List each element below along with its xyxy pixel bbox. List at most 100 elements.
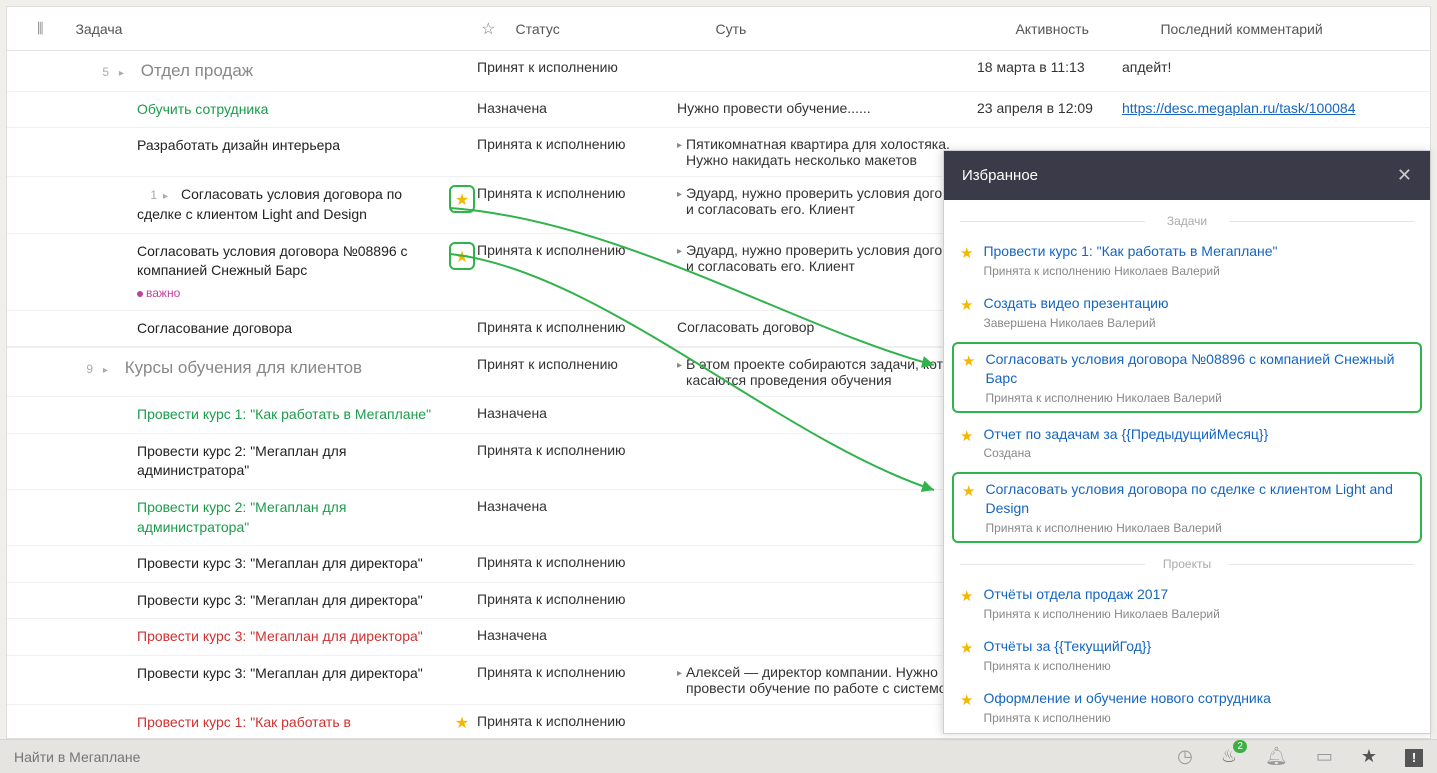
fire-icon[interactable]: ♨2: [1221, 746, 1237, 767]
cell-essence: Согласовать договор: [677, 319, 977, 335]
col-header-activity[interactable]: Активность: [1015, 21, 1160, 37]
triangle-icon: ▸: [677, 668, 682, 679]
cell-status: Принята к исполнению: [477, 136, 677, 152]
cell-activity: 23 апреля в 12:09: [977, 100, 1122, 116]
favorites-header: Избранное ✕: [944, 151, 1430, 200]
task-title: Провести курс 3: "Мегаплан для директора…: [137, 592, 423, 608]
star-icon[interactable]: ★: [449, 242, 475, 270]
cell-essence: ▸Эдуард, нужно проверить условия договор…: [677, 242, 977, 274]
task-title: Провести курс 1: "Как работать в: [137, 714, 351, 730]
task-title: Провести курс 3: "Мегаплан для директора…: [137, 665, 423, 681]
favorite-meta: Принята к исполнению Николаев Валерий: [983, 607, 1414, 621]
cell-status: Принята к исполнению: [477, 442, 677, 458]
favorites-section-tasks: Задачи: [944, 214, 1430, 228]
task-title: Провести курс 2: "Мегаплан для администр…: [137, 499, 346, 535]
favorites-panel: Избранное ✕ Задачи ★ Провести курс 1: "К…: [943, 150, 1431, 734]
cell-status: Принята к исполнению: [477, 242, 677, 258]
cell-status: Принята к исполнению: [477, 319, 677, 335]
favorite-meta: Завершена Николаев Валерий: [983, 316, 1414, 330]
caret-icon[interactable]: ▸: [119, 67, 131, 81]
columns-icon[interactable]: ⫼: [37, 20, 43, 37]
cell-status: Принят к исполнению: [477, 356, 677, 372]
cell-status: Назначена: [477, 405, 677, 421]
caret-icon[interactable]: ▸: [163, 190, 175, 204]
favorite-item[interactable]: ★ Создать видео презентацию Завершена Ни…: [944, 286, 1430, 338]
task-title: Согласование договора: [137, 320, 292, 336]
favorite-item[interactable]: ★ Оформление и обучение нового сотрудник…: [944, 681, 1430, 733]
col-header-essence[interactable]: Суть: [715, 21, 1015, 37]
group-count: 9: [73, 361, 93, 378]
favorites-section-projects: Проекты: [944, 557, 1430, 571]
star-header-icon[interactable]: ☆: [481, 19, 495, 39]
favorite-item[interactable]: ★ Провести курс 1: "Как работать в Мегап…: [944, 234, 1430, 286]
cell-status: Принята к исполнению: [477, 664, 677, 680]
group-count: 5: [89, 64, 109, 81]
star-icon: ★: [962, 352, 975, 370]
triangle-icon: ▸: [677, 360, 682, 371]
chat-icon[interactable]: ▭: [1316, 746, 1333, 767]
cell-essence: ▸ В этом проекте собираются задачи, кото…: [677, 356, 977, 388]
group-title: Курсы обучения для клиентов: [125, 358, 362, 377]
favorite-item[interactable]: ★ Отчёты за {{ТекущийГод}} Принята к исп…: [944, 629, 1430, 681]
task-title: Провести курс 3: "Мегаплан для директора…: [137, 555, 423, 571]
cell-activity: 18 марта в 11:13: [977, 59, 1122, 75]
cell-status: Назначена: [477, 498, 677, 514]
star-icon: ★: [960, 427, 973, 445]
task-count: 1: [137, 187, 157, 204]
search-input[interactable]: [14, 749, 314, 765]
task-row[interactable]: Обучить сотрудника Назначена Нужно прове…: [7, 92, 1430, 129]
favorite-link[interactable]: Провести курс 1: "Как работать в Мегапла…: [983, 242, 1414, 261]
task-title: Согласовать условия договора №08896 с ко…: [137, 243, 408, 279]
star-icon[interactable]: ★: [455, 715, 469, 732]
bell-icon[interactable]: 🔔︎: [1265, 746, 1288, 767]
triangle-icon: ▸: [677, 246, 682, 257]
star-icon[interactable]: ★: [449, 185, 475, 213]
favorite-item[interactable]: ★ Согласовать условия договора №08896 с …: [952, 342, 1422, 413]
cell-status: Принят к исполнению: [477, 59, 677, 75]
star-icon[interactable]: ★: [1361, 746, 1377, 767]
star-icon: ★: [960, 639, 973, 657]
favorite-meta: Создана: [983, 446, 1414, 460]
group-row[interactable]: 5 ▸ Отдел продаж Принят к исполнению 18 …: [7, 51, 1430, 92]
cell-essence: ▸Алексей — директор компании. Нужно пров…: [677, 664, 977, 696]
task-title: Согласовать условия договора по сделке с…: [137, 186, 402, 222]
favorite-item[interactable]: ★ Согласовать условия договора по сделке…: [952, 472, 1422, 543]
table-header: ⫼ Задача ☆ Статус Суть Активность Послед…: [7, 7, 1430, 51]
task-title: Провести курс 3: "Мегаплан для директора…: [137, 628, 423, 644]
alert-icon[interactable]: !: [1405, 746, 1423, 767]
favorite-link[interactable]: Отчёты за {{ТекущийГод}}: [983, 637, 1414, 656]
cell-status: Назначена: [477, 100, 677, 116]
star-icon: ★: [960, 244, 973, 262]
col-header-comment[interactable]: Последний комментарий: [1160, 21, 1410, 37]
favorite-link[interactable]: Отчет по задачам за {{ПредыдущийМесяц}}: [983, 425, 1414, 444]
favorites-title: Избранное: [962, 167, 1038, 184]
triangle-icon: ▸: [677, 140, 682, 151]
caret-icon[interactable]: ▸: [103, 364, 115, 378]
task-title: Обучить сотрудника: [137, 101, 268, 117]
favorite-link[interactable]: Согласовать условия договора по сделке с…: [985, 480, 1412, 518]
col-header-task[interactable]: Задача ☆: [75, 19, 515, 39]
favorite-meta: Принята к исполнению: [983, 711, 1414, 725]
col-header-status[interactable]: Статус: [515, 21, 715, 37]
task-title: Провести курс 1: "Как работать в Мегапла…: [137, 406, 431, 422]
comment-link[interactable]: https://desc.megaplan.ru/task/100084: [1122, 100, 1355, 116]
favorite-link[interactable]: Оформление и обучение нового сотрудника: [983, 689, 1414, 708]
cell-status: Принята к исполнению: [477, 591, 677, 607]
task-title: Провести курс 2: "Мегаплан для администр…: [137, 443, 346, 479]
favorite-meta: Принята к исполнению Николаев Валерий: [985, 521, 1412, 535]
favorite-meta: Принята к исполнению Николаев Валерий: [983, 264, 1414, 278]
cell-comment: апдейт!: [1122, 59, 1410, 75]
star-icon: ★: [962, 482, 975, 500]
star-icon: ★: [960, 296, 973, 314]
star-icon: ★: [960, 691, 973, 709]
cell-essence: ▸Эдуард, нужно проверить условия договор…: [677, 185, 977, 217]
favorite-link[interactable]: Отчёты отдела продаж 2017: [983, 585, 1414, 604]
favorite-item[interactable]: ★ Отчет по задачам за {{ПредыдущийМесяц}…: [944, 417, 1430, 469]
close-icon[interactable]: ✕: [1397, 165, 1412, 186]
clock-icon[interactable]: ◷: [1177, 746, 1193, 767]
favorite-item[interactable]: ★ Отчёты отдела продаж 2017 Принята к ис…: [944, 577, 1430, 629]
cell-essence: Нужно провести обучение......: [677, 100, 977, 116]
favorite-link[interactable]: Создать видео презентацию: [983, 294, 1414, 313]
triangle-icon: ▸: [677, 189, 682, 200]
favorite-link[interactable]: Согласовать условия договора №08896 с ко…: [985, 350, 1412, 388]
